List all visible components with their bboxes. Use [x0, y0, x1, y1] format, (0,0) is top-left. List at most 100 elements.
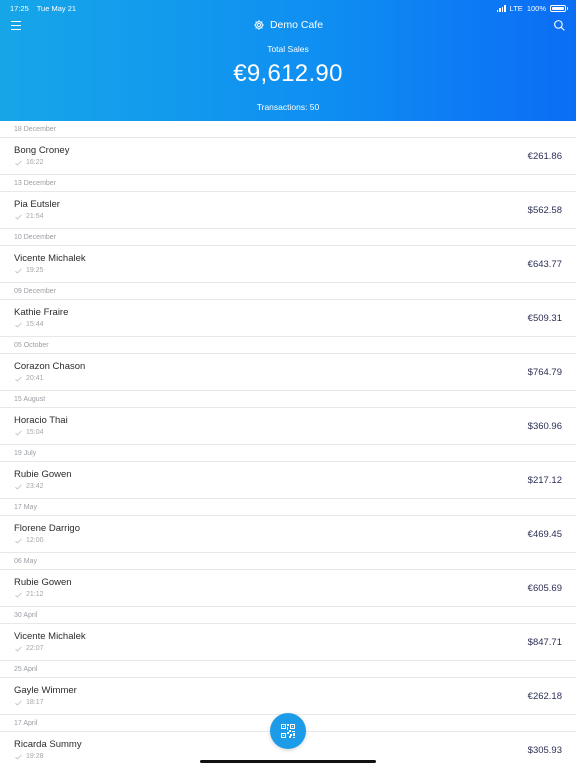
brand-title: Demo Cafe — [0, 19, 576, 31]
transaction-amount: €643.77 — [527, 259, 562, 270]
date-section-header: 30 April — [0, 607, 576, 624]
transaction-row[interactable]: Rubie Gowen 21:12 €605.69 — [0, 570, 576, 607]
check-icon — [15, 430, 22, 435]
check-icon — [15, 214, 22, 219]
transaction-amount: $305.93 — [527, 745, 562, 756]
signal-icon — [496, 4, 506, 12]
check-icon — [15, 646, 22, 651]
transaction-row[interactable]: Rubie Gowen 23:42 $217.12 — [0, 462, 576, 499]
transaction-meta: 21:12 — [15, 591, 44, 598]
transaction-time: 12:00 — [26, 537, 44, 544]
transaction-time: 19:28 — [26, 753, 44, 760]
transaction-amount: $360.96 — [527, 421, 562, 432]
transaction-amount: $562.58 — [527, 205, 562, 216]
transaction-meta: 15:44 — [15, 321, 44, 328]
customer-name: Pia Eutsler — [14, 199, 60, 210]
sales-header: 17:25 Tue May 21 LTE 100% Demo Cafe Tota… — [0, 0, 576, 121]
transaction-row[interactable]: Bong Croney 16:22 €261.86 — [0, 138, 576, 175]
transaction-amount: $217.12 — [527, 475, 562, 486]
date-section-header: 18 December — [0, 121, 576, 138]
status-date: Tue May 21 — [36, 3, 77, 13]
transaction-time: 22:07 — [26, 645, 44, 652]
transaction-meta: 19:25 — [15, 267, 44, 274]
transaction-amount: €262.18 — [527, 691, 562, 702]
check-icon — [15, 592, 22, 597]
transaction-row[interactable]: Vicente Michalek 19:25 €643.77 — [0, 246, 576, 283]
check-icon — [15, 376, 22, 381]
transaction-time: 15:04 — [26, 429, 44, 436]
customer-name: Rubie Gowen — [14, 577, 72, 588]
date-section-header: 25 April — [0, 661, 576, 678]
transaction-meta: 16:22 — [15, 159, 44, 166]
transaction-meta: 15:04 — [15, 429, 44, 436]
transaction-time: 20:41 — [26, 375, 44, 382]
transaction-row[interactable]: Florene Darrigo 12:00 €469.45 — [0, 516, 576, 553]
date-section-header: 10 December — [0, 229, 576, 246]
transaction-meta: 19:28 — [15, 753, 44, 760]
search-icon[interactable] — [553, 19, 566, 32]
status-time: 17:25 — [10, 3, 29, 13]
check-icon — [15, 268, 22, 273]
transaction-meta: 23:42 — [15, 483, 44, 490]
transaction-time: 15:44 — [26, 321, 44, 328]
transaction-amount: €469.45 — [527, 529, 562, 540]
transaction-list: 18 December Bong Croney 16:22 €261.86 13 Dec… — [0, 121, 576, 768]
check-icon — [15, 322, 22, 327]
transaction-time: 21:54 — [26, 213, 44, 220]
status-right: LTE 100% — [496, 3, 568, 13]
home-indicator — [200, 760, 376, 763]
transaction-amount: $764.79 — [527, 367, 562, 378]
check-icon — [15, 538, 22, 543]
transaction-time: 18:17 — [26, 699, 44, 706]
battery-icon — [550, 4, 568, 12]
total-sales-value: €9,612.90 — [233, 60, 343, 87]
transaction-amount: €261.86 — [527, 151, 562, 162]
customer-name: Bong Croney — [14, 145, 70, 156]
date-section-header: 05 October — [0, 337, 576, 354]
check-icon — [15, 754, 22, 759]
date-section-header: 15 August — [0, 391, 576, 408]
transaction-row[interactable]: Kathie Fraire 15:44 €509.31 — [0, 300, 576, 337]
customer-name: Ricarda Summy — [14, 739, 82, 750]
transaction-row[interactable]: Pia Eutsler 21:54 $562.58 — [0, 192, 576, 229]
transaction-time: 19:25 — [26, 267, 44, 274]
transaction-time: 23:42 — [26, 483, 44, 490]
date-section-header: 06 May — [0, 553, 576, 570]
brand-name: Demo Cafe — [269, 19, 324, 31]
status-bar: 17:25 Tue May 21 LTE 100% — [0, 0, 576, 16]
check-icon — [15, 160, 22, 165]
customer-name: Vicente Michalek — [14, 253, 86, 264]
transaction-row[interactable]: Corazon Chason 20:41 $764.79 — [0, 354, 576, 391]
date-section-header: 13 December — [0, 175, 576, 192]
transactions-count: Transactions: 50 — [256, 102, 320, 112]
customer-name: Florene Darrigo — [14, 523, 80, 534]
date-section-header: 17 May — [0, 499, 576, 516]
transaction-meta: 18:17 — [15, 699, 44, 706]
customer-name: Horacio Thai — [14, 415, 68, 426]
date-section-header: 19 July — [0, 445, 576, 462]
date-section-header: 09 December — [0, 283, 576, 300]
customer-name: Vicente Michalek — [14, 631, 86, 642]
transaction-row[interactable]: Gayle Wimmer 18:17 €262.18 — [0, 678, 576, 715]
transaction-time: 21:12 — [26, 591, 44, 598]
transaction-meta: 12:00 — [15, 537, 44, 544]
transaction-meta: 21:54 — [15, 213, 44, 220]
qr-code-icon — [281, 724, 295, 738]
transaction-amount: $847.71 — [527, 637, 562, 648]
check-icon — [15, 484, 22, 489]
transaction-row[interactable]: Horacio Thai 15:04 $360.96 — [0, 408, 576, 445]
transaction-meta: 20:41 — [15, 375, 44, 382]
customer-name: Corazon Chason — [14, 361, 86, 372]
network-label: LTE — [509, 3, 523, 13]
customer-name: Rubie Gowen — [14, 469, 72, 480]
status-left: 17:25 Tue May 21 — [10, 4, 82, 13]
transaction-amount: €605.69 — [527, 583, 562, 594]
transaction-time: 16:22 — [26, 159, 44, 166]
gear-icon — [254, 20, 264, 30]
transaction-amount: €509.31 — [527, 313, 562, 324]
customer-name: Gayle Wimmer — [14, 685, 77, 696]
total-sales-label: Total Sales — [267, 44, 309, 54]
transaction-row[interactable]: Vicente Michalek 22:07 $847.71 — [0, 624, 576, 661]
qr-scan-button[interactable] — [270, 713, 306, 749]
customer-name: Kathie Fraire — [14, 307, 69, 318]
